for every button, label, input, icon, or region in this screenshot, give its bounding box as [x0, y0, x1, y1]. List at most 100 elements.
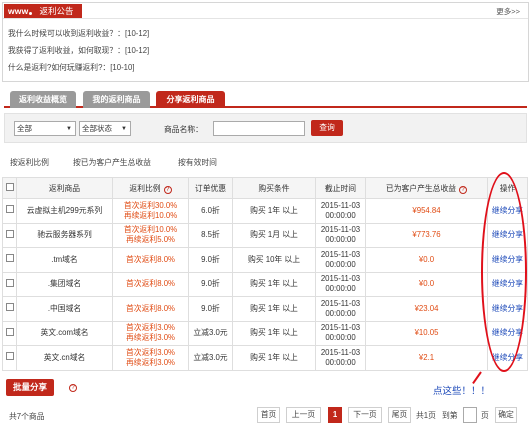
deadline-cell: 2015-11-03 00:00:00: [315, 320, 366, 346]
tab-overview[interactable]: 返利收益概览: [10, 91, 76, 108]
product-cell: .中国域名: [16, 296, 113, 322]
rate-cell: 首次返利10.0% 再续返利5.0%: [112, 222, 189, 248]
deadline-date: 2015-11-03: [320, 274, 361, 284]
notice-panel: www 返利公告 更多>> 我什么时候可以收到返利收益？：[10-12] 我获得…: [2, 2, 529, 82]
deadline-date: 2015-11-03: [320, 249, 361, 259]
sort-by-income[interactable]: 按已为客户产生总收益: [73, 157, 151, 168]
deadline-date: 2015-11-03: [320, 347, 361, 357]
deadline-cell: 2015-11-03 00:00:00: [315, 222, 366, 248]
current-page-button[interactable]: 1: [328, 407, 342, 423]
deadline-cell: 2015-11-03 00:00:00: [315, 296, 366, 322]
row-select-cell[interactable]: [2, 296, 17, 322]
table-row: .集团域名 首次返利8.0% 9.0折 购买 1年 以上 2015-11-03 00:00…: [2, 271, 528, 297]
condition-cell: 购买 1年 以上: [232, 320, 316, 346]
chevron-down-icon: ▼: [66, 126, 72, 132]
notice-title: 返利公告: [39, 6, 74, 16]
category-select[interactable]: 全部 ▼: [14, 121, 76, 136]
row-checkbox[interactable]: [5, 352, 14, 361]
discount-cell: 8.5折: [188, 222, 233, 248]
total-pages: 共1页: [416, 411, 436, 420]
deadline-time: 00:00:00: [325, 308, 356, 318]
chevron-down-icon: ▼: [121, 126, 127, 132]
deadline-time: 00:00:00: [325, 284, 356, 294]
batch-share-button[interactable]: 批量分享: [6, 379, 54, 396]
product-name-input[interactable]: [213, 121, 305, 136]
first-rebate: 首次返利3.0%: [126, 323, 175, 333]
table-row: .tm域名 首次返利8.0% 9.0折 购买 10年 以上 2015-11-03 00:0…: [2, 247, 528, 273]
table-row: 驰云服务器系列 首次返利10.0% 再续返利5.0% 8.5折 购买 1月 以上 2015…: [2, 222, 528, 248]
notice-item[interactable]: 我什么时候可以收到返利收益？：[10-12]: [8, 25, 528, 42]
help-icon[interactable]: ?: [163, 185, 172, 194]
product-table: 返利商品 返利比例? 订单优惠 购买条件 截止时间 已为客户产生总收益? 操作 …: [2, 177, 528, 371]
total-count: 共7个商品: [9, 412, 45, 421]
tab-share-products[interactable]: 分享返利商品: [156, 91, 225, 108]
row-checkbox[interactable]: [5, 303, 14, 312]
table-row: 英文.com域名 首次返利3.0% 再续返利3.0% 立减3.0元 购买 1年 以上 20…: [2, 320, 528, 346]
sort-by-time[interactable]: 按有效时间: [178, 157, 217, 168]
status-select[interactable]: 全部状态 ▼: [79, 121, 131, 136]
tab-my-products[interactable]: 我的返利商品: [83, 91, 150, 108]
filter-bar: 全部 ▼ 全部状态 ▼ 商品名称： 查询: [4, 113, 527, 143]
last-page-button[interactable]: 尾页: [388, 407, 411, 423]
row-select-cell[interactable]: [2, 222, 17, 248]
rate-cell: 首次返利8.0%: [112, 296, 189, 322]
rate-cell: 首次返利30.0% 再续返利10.0%: [112, 198, 189, 224]
row-checkbox[interactable]: [5, 205, 14, 214]
product-name-label: 商品名称：: [164, 125, 203, 134]
sort-by-rate[interactable]: 按返利比例: [10, 157, 49, 168]
row-checkbox[interactable]: [5, 327, 14, 336]
rate-cell: 首次返利8.0%: [112, 247, 189, 273]
income-cell: ¥10.05: [365, 320, 488, 346]
first-rebate: 首次返利8.0%: [126, 279, 175, 289]
row-checkbox[interactable]: [5, 229, 14, 238]
income-cell: ¥23.04: [365, 296, 488, 322]
page-number-input[interactable]: [463, 407, 477, 423]
first-rebate: 首次返利8.0%: [126, 303, 175, 313]
discount-cell: 9.0折: [188, 296, 233, 322]
row-select-cell[interactable]: [2, 320, 17, 346]
help-icon[interactable]: ?: [459, 185, 468, 194]
deadline-time: 00:00:00: [325, 333, 356, 343]
status-select-value: 全部状态: [82, 124, 112, 133]
logo-dot: [29, 11, 33, 15]
table-body: 云虚拟主机299元系列 首次返利30.0% 再续返利10.0% 6.0折 购买 1年 以…: [2, 198, 528, 371]
help-icon[interactable]: ?: [69, 384, 77, 392]
notice-item[interactable]: 什么是返利?如何玩赚返利?：[10-10]: [8, 59, 528, 76]
confirm-button[interactable]: 确定: [495, 407, 517, 423]
notice-item[interactable]: 我获得了返利收益，如何取现？：[10-12]: [8, 42, 528, 59]
select-all-checkbox[interactable]: [5, 183, 14, 191]
discount-cell: 立减3.0元: [188, 345, 233, 371]
row-select-cell[interactable]: [2, 345, 17, 371]
condition-cell: 购买 10年 以上: [232, 247, 316, 273]
product-cell: 英文.com域名: [16, 320, 113, 346]
header-income: 已为客户产生总收益?: [365, 177, 488, 199]
rate-cell: 首次返利3.0% 再续返利3.0%: [112, 345, 189, 371]
condition-cell: 购买 1月 以上: [232, 222, 316, 248]
condition-cell: 购买 1年 以上: [232, 198, 316, 224]
next-page-button[interactable]: 下一页: [348, 407, 382, 423]
deadline-time: 00:00:00: [325, 210, 356, 220]
select-all-cell[interactable]: [2, 177, 17, 199]
prev-page-button[interactable]: 上一页: [286, 407, 321, 423]
first-rebate: 首次返利10.0%: [123, 225, 178, 235]
row-select-cell[interactable]: [2, 198, 17, 224]
product-cell: .tm域名: [16, 247, 113, 273]
income-cell: ¥954.84: [365, 198, 488, 224]
row-checkbox[interactable]: [5, 254, 14, 263]
deadline-cell: 2015-11-03 00:00:00: [315, 247, 366, 273]
deadline-cell: 2015-11-03 00:00:00: [315, 198, 366, 224]
category-select-value: 全部: [17, 124, 32, 133]
row-select-cell[interactable]: [2, 247, 17, 273]
row-select-cell[interactable]: [2, 271, 17, 297]
first-rebate: 首次返利3.0%: [126, 347, 175, 357]
discount-cell: 9.0折: [188, 247, 233, 273]
deadline-date: 2015-11-03: [320, 200, 361, 210]
first-page-button[interactable]: 首页: [257, 407, 280, 423]
row-checkbox[interactable]: [5, 278, 14, 287]
page-unit: 页: [481, 411, 489, 420]
search-button[interactable]: 查询: [311, 120, 343, 136]
deadline-time: 00:00:00: [325, 259, 356, 269]
product-cell: 云虚拟主机299元系列: [16, 198, 113, 224]
more-link[interactable]: 更多>>: [496, 6, 520, 17]
notice-logo: www 返利公告: [4, 4, 82, 18]
